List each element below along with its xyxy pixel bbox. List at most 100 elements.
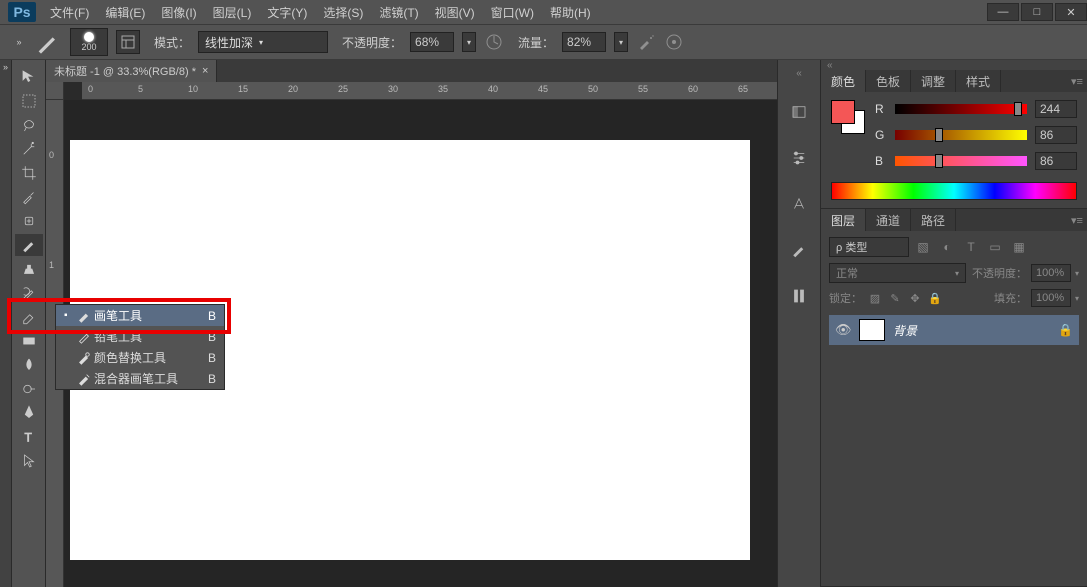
menu-select[interactable]: 选择(S) [315, 0, 371, 24]
layers-panel-menu[interactable]: ▾≡ [1067, 209, 1087, 231]
pressure-opacity-icon[interactable] [484, 32, 504, 52]
lasso-tool[interactable] [15, 114, 43, 136]
opacity-input[interactable]: 68% [410, 32, 454, 52]
gradient-tool[interactable] [15, 330, 43, 352]
flow-arrow[interactable]: ▾ [614, 32, 628, 52]
paths-tab[interactable]: 路径 [911, 209, 956, 231]
layer-opacity-label: 不透明度： [972, 265, 1027, 281]
flow-input[interactable]: 82% [562, 32, 606, 52]
swatches-tab[interactable]: 色板 [866, 70, 911, 92]
lock-transparent-icon[interactable]: ▨ [868, 291, 882, 305]
magic-wand-tool[interactable] [15, 138, 43, 160]
menu-type[interactable]: 文字(Y) [259, 0, 315, 24]
menu-bar: Ps 文件(F) 编辑(E) 图像(I) 图层(L) 文字(Y) 选择(S) 滤… [0, 0, 1087, 24]
ruler-horizontal[interactable]: 0 5 10 15 20 25 30 35 40 45 50 55 60 65 [82, 82, 777, 100]
context-mixer-brush-tool[interactable]: 混合器画笔工具 B [56, 368, 224, 389]
path-selection-tool[interactable] [15, 450, 43, 472]
b-slider[interactable] [895, 156, 1027, 166]
clone-stamp-tool[interactable] [15, 258, 43, 280]
history-brush-tool[interactable] [15, 282, 43, 304]
menu-view[interactable]: 视图(V) [427, 0, 483, 24]
pressure-size-icon[interactable] [664, 32, 684, 52]
filter-type-icon[interactable]: T [963, 239, 979, 255]
context-color-replacement-tool[interactable]: 颜色替换工具 B [56, 347, 224, 368]
move-tool[interactable] [15, 66, 43, 88]
toolbox-collapse-strip[interactable]: » [0, 60, 12, 587]
b-input[interactable]: 86 [1035, 152, 1077, 170]
blur-tool[interactable] [15, 354, 43, 376]
document-tab-close[interactable]: × [202, 65, 208, 77]
dodge-tool[interactable] [15, 378, 43, 400]
menu-image[interactable]: 图像(I) [153, 0, 204, 24]
layer-visibility-icon[interactable]: 👁 [835, 322, 851, 338]
r-slider[interactable] [895, 104, 1027, 114]
mode-label: 模式： [154, 34, 190, 51]
color-replace-icon [74, 351, 94, 365]
marquee-tool[interactable] [15, 90, 43, 112]
opacity-arrow[interactable]: ▾ [462, 32, 476, 52]
window-close-button[interactable]: ✕ [1055, 3, 1087, 21]
adjustments-tab[interactable]: 调整 [911, 70, 956, 92]
brush-panel-icon[interactable] [786, 237, 812, 263]
filter-pixel-icon[interactable]: ▧ [915, 239, 931, 255]
crop-tool[interactable] [15, 162, 43, 184]
g-input[interactable]: 86 [1035, 126, 1077, 144]
layers-tab[interactable]: 图层 [821, 209, 866, 231]
lock-position-icon[interactable]: ✥ [908, 291, 922, 305]
menu-filter[interactable]: 滤镜(T) [371, 0, 426, 24]
type-tool[interactable]: T [15, 426, 43, 448]
layer-fill-input[interactable]: 100% [1031, 289, 1071, 307]
options-collapse-left[interactable]: » [12, 24, 26, 60]
layer-blend-dropdown[interactable]: 正常▾ [829, 263, 966, 283]
context-brush-tool[interactable]: ▪ 画笔工具 B [56, 305, 224, 326]
color-spectrum[interactable] [831, 182, 1077, 200]
layer-name[interactable]: 背景 [893, 322, 1050, 339]
color-swatch-pair[interactable] [831, 100, 865, 134]
blend-mode-dropdown[interactable]: 线性加深▾ [198, 31, 328, 53]
lock-all-icon[interactable]: 🔒 [928, 291, 942, 305]
context-pencil-tool[interactable]: 铅笔工具 B [56, 326, 224, 347]
color-panel: 颜色 色板 调整 样式 ▾≡ R 244 [821, 70, 1087, 209]
app-logo: Ps [8, 2, 36, 22]
document-tab[interactable]: 未标题 -1 @ 33.3%(RGB/8) * × [46, 60, 217, 82]
menu-help[interactable]: 帮助(H) [542, 0, 599, 24]
properties-panel-icon[interactable] [786, 145, 812, 171]
layer-item-background[interactable]: 👁 背景 🔒 [829, 315, 1079, 345]
brush-presets-panel-icon[interactable] [786, 283, 812, 309]
pen-tool[interactable] [15, 402, 43, 424]
healing-brush-tool[interactable] [15, 210, 43, 232]
menu-window[interactable]: 窗口(W) [483, 0, 542, 24]
r-input[interactable]: 244 [1035, 100, 1077, 118]
color-tab[interactable]: 颜色 [821, 70, 866, 92]
eraser-tool[interactable] [15, 306, 43, 328]
menu-edit[interactable]: 编辑(E) [97, 0, 153, 24]
document-tabs: 未标题 -1 @ 33.3%(RGB/8) * × [46, 60, 777, 82]
foreground-color-swatch[interactable] [831, 100, 855, 124]
styles-tab[interactable]: 样式 [956, 70, 1001, 92]
menu-layer[interactable]: 图层(L) [205, 0, 260, 24]
filter-shape-icon[interactable]: ▭ [987, 239, 1003, 255]
menu-file[interactable]: 文件(F) [42, 0, 97, 24]
channels-tab[interactable]: 通道 [866, 209, 911, 231]
tool-preset-icon[interactable] [34, 30, 62, 54]
color-panel-menu[interactable]: ▾≡ [1067, 70, 1087, 92]
history-panel-icon[interactable] [786, 99, 812, 125]
panels-collapse[interactable]: « [821, 60, 1087, 70]
rail-collapse[interactable]: « [796, 68, 802, 79]
brush-tool[interactable] [15, 234, 43, 256]
lock-pixels-icon[interactable]: ✎ [888, 291, 902, 305]
window-maximize-button[interactable]: □ [1021, 3, 1053, 21]
character-panel-icon[interactable] [786, 191, 812, 217]
window-minimize-button[interactable]: — [987, 3, 1019, 21]
eyedropper-tool[interactable] [15, 186, 43, 208]
layer-opacity-input[interactable]: 100% [1031, 264, 1071, 282]
airbrush-icon[interactable] [636, 32, 656, 52]
filter-adjustment-icon[interactable]: ◐ [939, 239, 955, 255]
g-slider[interactable] [895, 130, 1027, 140]
layers-panel: 图层 通道 路径 ▾≡ ρ 类型 ▧ ◐ T ▭ ▦ [821, 209, 1087, 587]
brush-panel-toggle[interactable] [116, 30, 140, 54]
brush-preset-picker[interactable]: 200 [70, 28, 108, 56]
layer-thumbnail[interactable] [859, 319, 885, 341]
layer-kind-filter[interactable]: ρ 类型 [829, 237, 909, 257]
filter-smart-icon[interactable]: ▦ [1011, 239, 1027, 255]
